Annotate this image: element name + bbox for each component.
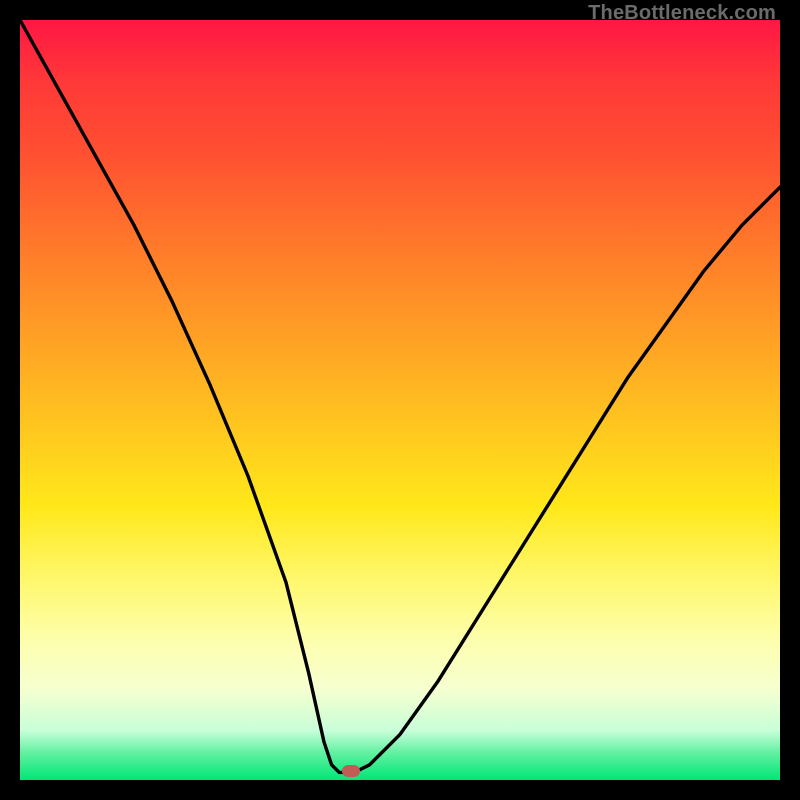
- bottleneck-curve: [20, 20, 780, 780]
- chart-frame: TheBottleneck.com: [0, 0, 800, 800]
- plot-area: [20, 20, 780, 780]
- optimum-marker: [342, 765, 360, 777]
